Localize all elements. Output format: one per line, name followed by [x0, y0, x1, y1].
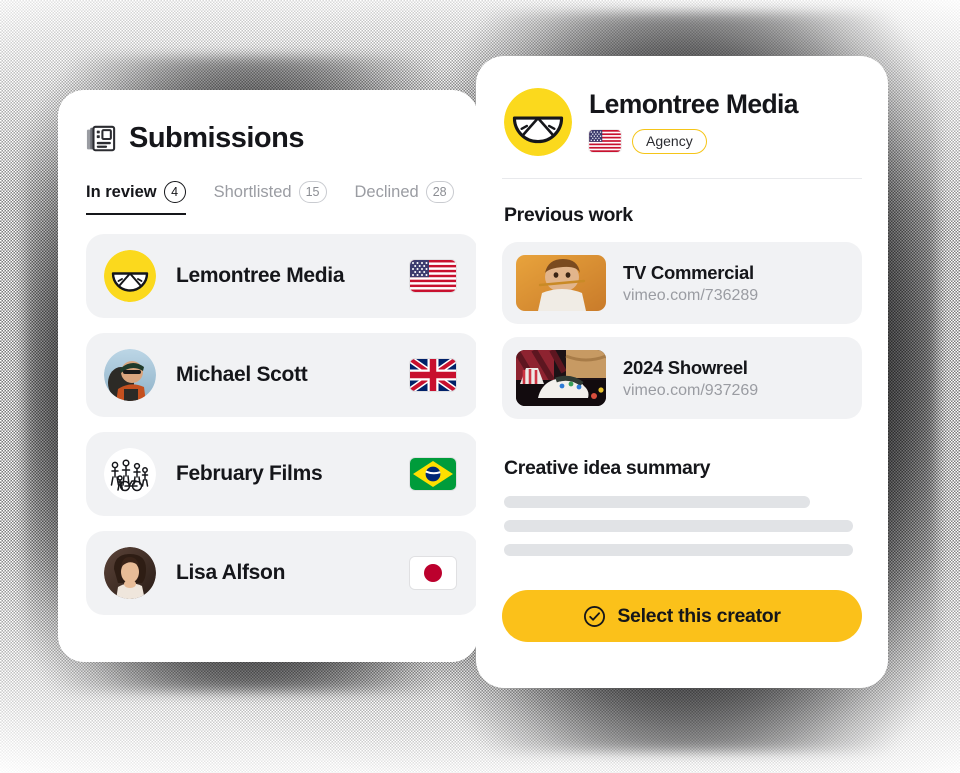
work-item-text: 2024 Showreel vimeo.com/937269	[623, 357, 758, 400]
lemon-logo-avatar	[504, 88, 572, 156]
page-title: Submissions	[129, 122, 305, 154]
tab-declined[interactable]: Declined 28	[355, 181, 454, 215]
work-item-url: vimeo.com/937269	[623, 381, 759, 399]
united-states-flag	[589, 130, 621, 153]
select-this-creator-button[interactable]: Select this creator	[502, 590, 862, 642]
lemon-logo-avatar	[104, 250, 156, 302]
work-item[interactable]: TV Commercial vimeo.com/736289	[502, 242, 862, 324]
newspaper-icon	[86, 125, 116, 151]
skeleton-line	[504, 520, 853, 532]
previous-work-list: TV Commercial vimeo.com/736289 2024 Show…	[476, 227, 888, 419]
cta-container: Select this creator	[476, 568, 888, 642]
japan-flag	[410, 557, 456, 589]
line-art-avatar-crowd	[104, 448, 156, 500]
brazil-flag	[410, 458, 456, 490]
work-item-title: TV Commercial	[623, 261, 754, 283]
thumb-child-yellow	[516, 255, 606, 311]
creator-meta: Agency	[589, 128, 798, 154]
list-item[interactable]: Lemontree Media	[86, 234, 478, 318]
united-states-flag	[410, 260, 456, 292]
work-item-text: TV Commercial vimeo.com/736289	[623, 262, 758, 305]
list-item[interactable]: Lisa Alfson	[86, 531, 478, 615]
status-badge: Agency	[632, 128, 707, 154]
united-kingdom-flag	[410, 359, 456, 391]
select-this-creator-label: Select this creator	[617, 604, 781, 627]
submissions-tabs: In review 4 Shortlisted 15 Declined 28	[58, 155, 478, 215]
submissions-panel: Submissions In review 4 Shortlisted 15 D…	[58, 90, 478, 662]
list-item-name: Michael Scott	[176, 363, 308, 386]
previous-work-heading: Previous work	[504, 204, 633, 226]
screenshot-stage: Submissions In review 4 Shortlisted 15 D…	[0, 0, 960, 773]
creator-detail-panel: Lemontree Media Agency Previous work TV …	[476, 56, 888, 688]
detail-header: Lemontree Media Agency	[476, 56, 888, 156]
work-item-url: vimeo.com/736289	[623, 286, 759, 304]
detail-identity: Lemontree Media Agency	[589, 89, 799, 154]
skeleton-line	[504, 544, 853, 556]
list-item[interactable]: February Films	[86, 432, 478, 516]
tab-in-review-label: In review	[86, 182, 157, 201]
creator-name: Lemontree Media	[589, 89, 799, 120]
tab-shortlisted-count: 15	[298, 181, 327, 203]
photo-avatar-man-cap	[104, 349, 156, 401]
thumb-sneaker-popcorn	[516, 350, 606, 406]
list-item-name: February Films	[176, 462, 323, 485]
skeleton-line	[504, 496, 811, 508]
creative-idea-heading: Creative idea summary	[504, 457, 711, 479]
work-item-title: 2024 Showreel	[623, 356, 748, 378]
check-circle-icon	[584, 605, 606, 627]
list-item-name: Lisa Alfson	[176, 561, 286, 584]
submissions-header: Submissions	[58, 90, 478, 155]
photo-avatar-woman	[104, 547, 156, 599]
tab-declined-count: 28	[425, 181, 454, 203]
creative-idea-placeholder	[476, 480, 888, 556]
tab-shortlisted-label: Shortlisted	[213, 182, 292, 201]
tab-declined-label: Declined	[354, 182, 419, 201]
tab-shortlisted[interactable]: Shortlisted 15	[214, 181, 327, 215]
list-item-name: Lemontree Media	[176, 264, 345, 287]
submissions-list: Lemontree Media Michael Scott February F…	[58, 215, 478, 615]
tab-in-review-count: 4	[163, 181, 186, 203]
tab-in-review[interactable]: In review 4	[86, 181, 186, 215]
work-item[interactable]: 2024 Showreel vimeo.com/937269	[502, 337, 862, 419]
list-item[interactable]: Michael Scott	[86, 333, 478, 417]
